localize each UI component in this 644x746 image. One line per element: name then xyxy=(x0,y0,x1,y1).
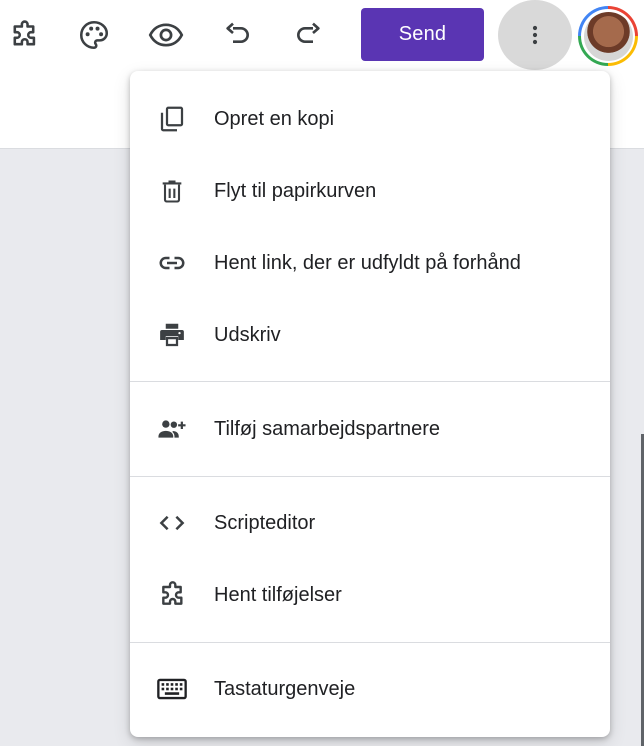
avatar xyxy=(583,11,633,61)
menu-item-label: Scripteditor xyxy=(214,511,316,534)
theme-button[interactable] xyxy=(70,11,118,59)
redo-icon xyxy=(297,22,320,43)
copy-icon xyxy=(156,103,188,135)
menu-item-label: Hent link, der er udfyldt på forhånd xyxy=(214,251,521,274)
add-people-icon xyxy=(156,413,188,445)
menu-item-make-copy[interactable]: Opret en kopi xyxy=(130,83,610,155)
send-button[interactable]: Send xyxy=(361,8,484,61)
undo-icon xyxy=(226,22,249,43)
redo-button[interactable] xyxy=(285,11,333,59)
menu-item-label: Tastaturgenveje xyxy=(214,677,356,700)
menu-item-move-to-trash[interactable]: Flyt til papirkurven xyxy=(130,155,610,227)
account-avatar-button[interactable] xyxy=(578,6,638,66)
menu-item-print[interactable]: Udskriv xyxy=(130,299,610,371)
menu-item-label: Tilføj samarbejdspartnere xyxy=(214,417,441,440)
trash-icon xyxy=(156,175,188,207)
puzzle-icon xyxy=(156,579,188,611)
menu-item-add-collaborators[interactable]: Tilføj samarbejdspartnere xyxy=(130,393,610,465)
menu-item-label: Opret en kopi xyxy=(214,107,335,130)
avatar-border xyxy=(581,9,635,63)
code-icon xyxy=(156,507,188,539)
menu-item-label: Flyt til papirkurven xyxy=(214,179,377,202)
menu-item-label: Hent tilføjelser xyxy=(214,583,342,606)
menu-divider xyxy=(130,381,610,382)
menu-divider xyxy=(130,476,610,477)
preview-button[interactable] xyxy=(142,11,190,59)
puzzle-icon xyxy=(13,20,36,46)
menu-divider xyxy=(130,642,610,643)
menu-item-label: Udskriv xyxy=(214,323,281,346)
menu-item-keyboard-shortcuts[interactable]: Tastaturgenveje xyxy=(130,653,610,725)
more-options-menu: Opret en kopi Flyt til papirkurven Hent … xyxy=(130,71,610,737)
menu-item-get-addons[interactable]: Hent tilføjelser xyxy=(130,559,610,631)
menu-item-prefilled-link[interactable]: Hent link, der er udfyldt på forhånd xyxy=(130,227,610,299)
more-options-button[interactable] xyxy=(498,0,572,70)
more-vert-icon xyxy=(532,25,538,45)
palette-icon xyxy=(79,20,109,50)
addons-button[interactable] xyxy=(0,11,48,59)
print-icon xyxy=(156,319,188,351)
link-icon xyxy=(156,247,188,279)
undo-button[interactable] xyxy=(213,11,261,59)
menu-item-script-editor[interactable]: Scripteditor xyxy=(130,487,610,559)
keyboard-icon xyxy=(156,673,188,705)
eye-icon xyxy=(148,23,184,47)
